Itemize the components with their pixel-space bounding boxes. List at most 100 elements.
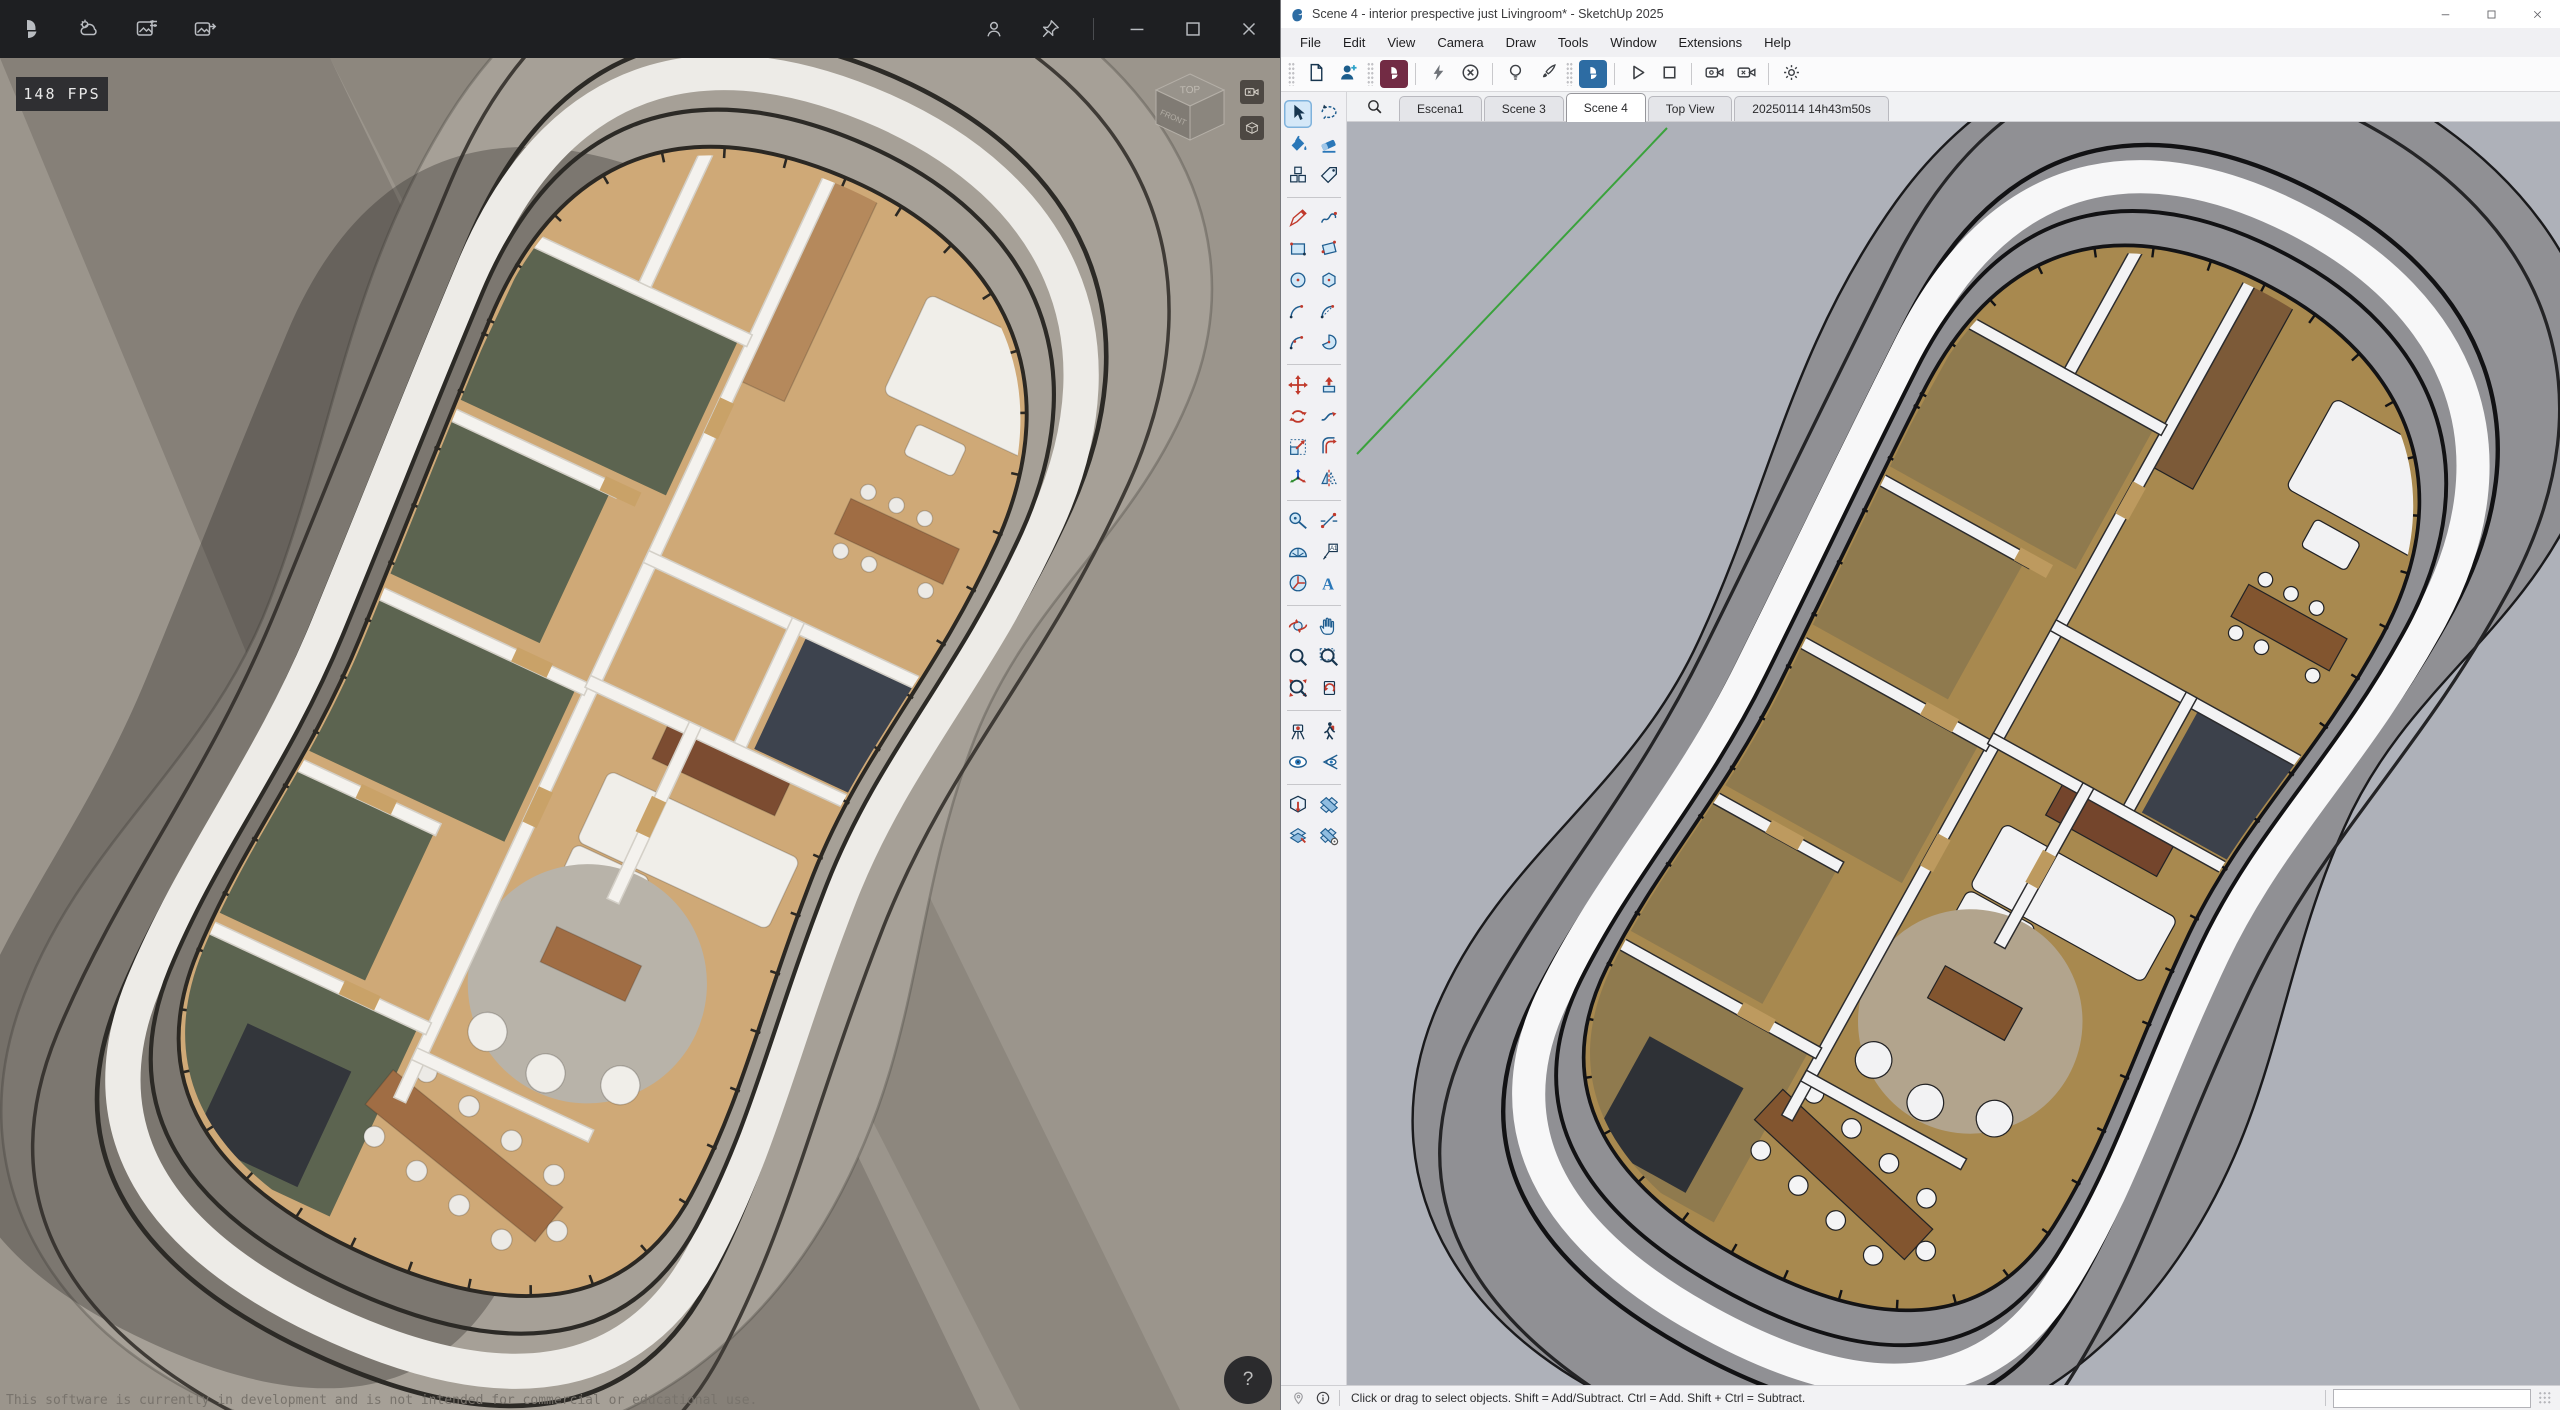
tool-paint-bucket[interactable] <box>1284 131 1312 159</box>
tool-protractor[interactable] <box>1284 539 1312 567</box>
cancel-video-button[interactable] <box>1731 59 1761 89</box>
tool-eraser[interactable] <box>1315 131 1343 159</box>
tool-section-plane[interactable] <box>1284 792 1312 820</box>
cancel-video-icon[interactable] <box>1240 80 1264 104</box>
toolbar-grip[interactable] <box>1288 62 1295 86</box>
sketchup-modeling-viewport[interactable] <box>1347 122 2560 1385</box>
circle-x-button[interactable] <box>1455 59 1485 89</box>
d5-logo-icon[interactable] <box>18 16 44 42</box>
tool-tag[interactable] <box>1315 162 1343 190</box>
tool-palette-separator <box>1287 364 1341 365</box>
tool-text[interactable]: A1 <box>1315 539 1343 567</box>
tool-position-camera[interactable] <box>1284 718 1312 746</box>
tool-rectangle[interactable] <box>1284 236 1312 264</box>
scene-tab-scene-4[interactable]: Scene 4 <box>1566 93 1646 122</box>
lightning-button[interactable] <box>1423 59 1453 89</box>
tool-dimension[interactable] <box>1315 508 1343 536</box>
tool-lasso[interactable] <box>1315 100 1343 128</box>
tool-circle[interactable] <box>1284 267 1312 295</box>
axis-box-icon[interactable] <box>1240 116 1264 140</box>
tool-orbit[interactable] <box>1284 613 1312 641</box>
tool-three-point-arc[interactable] <box>1284 329 1312 357</box>
tool-follow-me[interactable] <box>1315 403 1343 431</box>
tool-freehand[interactable] <box>1315 205 1343 233</box>
tool-walk[interactable] <box>1315 718 1343 746</box>
menu-draw[interactable]: Draw <box>1495 28 1547 57</box>
close-icon[interactable] <box>1236 16 1262 42</box>
d5-live-sync-blue-button[interactable] <box>1579 60 1607 88</box>
tool-pie[interactable] <box>1315 329 1343 357</box>
tool-push-pull[interactable] <box>1315 372 1343 400</box>
stop-button[interactable] <box>1654 59 1684 89</box>
tool-look-around[interactable] <box>1284 749 1312 777</box>
menu-file[interactable]: File <box>1289 28 1332 57</box>
tool-zoom-extents[interactable] <box>1284 675 1312 703</box>
maximize-button[interactable] <box>2468 0 2514 28</box>
tool-two-point-arc[interactable] <box>1315 298 1343 326</box>
add-collaborator-button[interactable] <box>1333 59 1363 89</box>
play-button[interactable] <box>1622 59 1652 89</box>
render-image-settings-icon[interactable] <box>134 16 160 42</box>
tool-tape-measure[interactable] <box>1284 508 1312 536</box>
lightbulb-button[interactable] <box>1500 59 1530 89</box>
tool-polygon[interactable] <box>1315 267 1343 295</box>
tool-axes[interactable] <box>1284 570 1312 598</box>
d5-sync-maroon-button[interactable] <box>1380 60 1408 88</box>
tool-component[interactable] <box>1284 162 1312 190</box>
tool-line[interactable] <box>1284 205 1312 233</box>
record-video-icon <box>1704 62 1725 86</box>
tool-pan[interactable] <box>1315 613 1343 641</box>
brush-button[interactable] <box>1532 59 1562 89</box>
close-button[interactable] <box>2514 0 2560 28</box>
tool-section-display-planes[interactable] <box>1315 792 1343 820</box>
menu-camera[interactable]: Camera <box>1426 28 1494 57</box>
measurements-input[interactable] <box>2333 1389 2531 1408</box>
pin-icon[interactable] <box>1037 16 1063 42</box>
tool-offset[interactable] <box>1315 434 1343 462</box>
tool-previous[interactable] <box>1315 675 1343 703</box>
scene-tab-top-view[interactable]: Top View <box>1648 96 1732 121</box>
tool-arc[interactable] <box>1284 298 1312 326</box>
help-button[interactable]: ? <box>1224 1356 1272 1404</box>
view-cube[interactable]: TOP FRONT <box>1150 70 1230 142</box>
cancel-video-icon <box>1736 62 1757 86</box>
tool-section-display-fill[interactable] <box>1315 823 1343 851</box>
tool-rotate[interactable] <box>1284 403 1312 431</box>
account-icon[interactable] <box>981 16 1007 42</box>
toolbar-grip[interactable] <box>1566 62 1573 86</box>
tool-move[interactable] <box>1284 372 1312 400</box>
weather-icon[interactable] <box>76 16 102 42</box>
menu-extensions[interactable]: Extensions <box>1668 28 1754 57</box>
menu-view[interactable]: View <box>1376 28 1426 57</box>
minimize-button[interactable] <box>2422 0 2468 28</box>
settings-gear-button[interactable] <box>1776 59 1806 89</box>
info-icon[interactable] <box>1314 1389 1332 1407</box>
new-document-button[interactable] <box>1301 59 1331 89</box>
menu-window[interactable]: Window <box>1599 28 1667 57</box>
geolocation-icon[interactable] <box>1289 1389 1307 1407</box>
tool-section-display-cuts[interactable] <box>1284 823 1312 851</box>
scene-tab-scene-3[interactable]: Scene 3 <box>1484 96 1564 121</box>
record-video-button[interactable] <box>1699 59 1729 89</box>
scene-tab-escena1[interactable]: Escena1 <box>1399 96 1482 121</box>
tool-axes-move[interactable] <box>1284 465 1312 493</box>
tool-scale[interactable] <box>1284 434 1312 462</box>
menu-help[interactable]: Help <box>1753 28 1802 57</box>
window-resize-grip[interactable] <box>2538 1391 2552 1405</box>
minimize-icon[interactable] <box>1124 16 1150 42</box>
search-icon[interactable] <box>1359 98 1389 115</box>
tool-zoom[interactable] <box>1284 644 1312 672</box>
menu-edit[interactable]: Edit <box>1332 28 1376 57</box>
tool-select[interactable] <box>1284 100 1312 128</box>
export-image-icon[interactable] <box>192 16 218 42</box>
tool-flip[interactable] <box>1315 465 1343 493</box>
menu-tools[interactable]: Tools <box>1547 28 1599 57</box>
tool-rotated-rectangle[interactable] <box>1315 236 1343 264</box>
toolbar-grip[interactable] <box>1367 62 1374 86</box>
scene-tab-20250114-14h43m50s[interactable]: 20250114 14h43m50s <box>1734 96 1889 121</box>
maximize-icon[interactable] <box>1180 16 1206 42</box>
d5-render-viewport[interactable]: 148 FPS TOP FRONT This software is curre… <box>0 58 1280 1410</box>
tool-zoom-window[interactable] <box>1315 644 1343 672</box>
tool-3d-text[interactable]: A <box>1315 570 1343 598</box>
tool-field-of-view[interactable] <box>1315 749 1343 777</box>
